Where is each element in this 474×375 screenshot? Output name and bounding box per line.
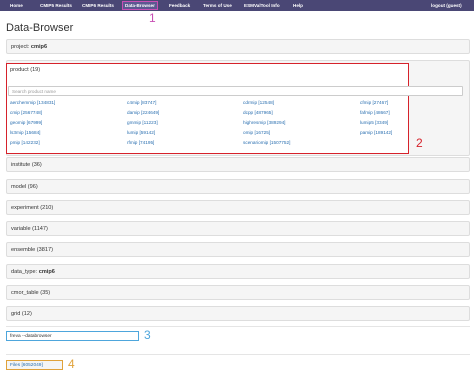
facet-data-type-label: data_type: cmip6	[11, 268, 55, 276]
facet-grid-label: grid (12)	[11, 311, 32, 317]
product-item-rfmip[interactable]: rfmip [74195]	[127, 140, 154, 146]
facet-product-label[interactable]: product (19)	[10, 66, 40, 74]
annotation-marker-3: 3	[144, 328, 151, 342]
section-divider	[6, 326, 470, 327]
annotation-marker-4: 4	[68, 357, 75, 371]
page-title: Data-Browser	[6, 22, 74, 34]
cli-command-text: freva --databrowser	[10, 334, 52, 339]
product-item-dcpp[interactable]: dcpp [487965]	[243, 110, 273, 116]
facet-data-type-value: cmip6	[38, 269, 55, 275]
facet-ensemble-label: ensemble (3817)	[11, 247, 53, 253]
nav-cmip5-results[interactable]: CMIP5 Results	[40, 2, 72, 9]
product-item-lumip[interactable]: lumip [59142]	[127, 130, 155, 136]
facet-institute[interactable]: institute (36)	[6, 157, 470, 172]
annotation-marker-2: 2	[416, 136, 423, 150]
facet-grid[interactable]: grid (12)	[6, 306, 470, 321]
facet-institute-label: institute (36)	[11, 162, 42, 168]
logout-link[interactable]: logout (guest)	[431, 2, 462, 9]
top-navbar: Home CMIP5 Results CMIP6 Results Data-Br…	[0, 0, 474, 11]
product-item-cmip[interactable]: cmip [2567748]	[10, 110, 42, 116]
annotation-marker-1: 1	[149, 11, 156, 25]
facet-variable-label: variable (1147)	[11, 226, 48, 232]
nav-data-browser[interactable]: Data-Browser	[122, 1, 158, 10]
nav-terms-of-use[interactable]: Terms of Use	[203, 2, 232, 9]
files-count-link[interactable]: Files [6052049]	[6, 360, 63, 370]
product-item-lumip5[interactable]: lumip5 [3349]	[360, 120, 388, 126]
facet-cmor-table-label: cmor_table (35)	[11, 290, 51, 296]
product-item-scenariomip[interactable]: scenariomip [1507752]	[243, 140, 290, 146]
nav-help[interactable]: Help	[293, 2, 303, 9]
facet-experiment-label: experiment (210)	[11, 205, 54, 211]
product-highlight-box: product (19)	[6, 63, 409, 154]
facet-project-label: project: cmip6	[11, 43, 47, 51]
files-count-text: Files [6052049]	[10, 363, 43, 368]
product-item-damip[interactable]: damip [224649]	[127, 110, 159, 116]
facet-model-label: model (96)	[11, 184, 38, 190]
product-item-fafmip[interactable]: fafmip [48667]	[360, 110, 390, 116]
product-search-input[interactable]	[8, 86, 463, 96]
cli-command-box[interactable]: freva --databrowser	[6, 331, 139, 341]
product-item-gmmip[interactable]: gmmip [11223]	[127, 120, 158, 126]
facet-model[interactable]: model (96)	[6, 179, 470, 194]
product-item-aerchemmip[interactable]: aerchemmip [134831]	[10, 100, 55, 106]
product-item-cdrmip[interactable]: cdrmip [12548]	[243, 100, 274, 106]
nav-home[interactable]: Home	[10, 2, 23, 9]
product-item-ls3mip[interactable]: ls3mip [15684]	[10, 130, 41, 136]
facet-cmor-table[interactable]: cmor_table (35)	[6, 285, 470, 300]
facet-project[interactable]: project: cmip6	[6, 39, 470, 54]
section-divider	[6, 354, 470, 355]
facet-experiment[interactable]: experiment (210)	[6, 200, 470, 215]
facet-project-key: project:	[11, 44, 30, 50]
product-item-geomip[interactable]: geomip [67999]	[10, 120, 42, 126]
product-item-omip[interactable]: omip [16725]	[243, 130, 270, 136]
facet-data-type-key: data_type:	[11, 269, 38, 275]
facet-data-type[interactable]: data_type: cmip6	[6, 264, 470, 279]
product-item-pmip[interactable]: pmip [142232]	[10, 140, 40, 146]
product-item-pamip[interactable]: pamip [189142]	[360, 130, 392, 136]
nav-feedback[interactable]: Feedback	[169, 2, 190, 9]
product-item-cfmip[interactable]: cfmip [27467]	[360, 100, 388, 106]
facet-ensemble[interactable]: ensemble (3817)	[6, 242, 470, 257]
nav-cmip6-results[interactable]: CMIP6 Results	[82, 2, 114, 9]
facet-variable[interactable]: variable (1147)	[6, 221, 470, 236]
product-item-c4mip[interactable]: c4mip [83747]	[127, 100, 156, 106]
nav-esmvaltool-info[interactable]: ESMValTool Info	[244, 2, 280, 9]
product-item-highresmip[interactable]: highresmip [389294]	[243, 120, 285, 126]
facet-project-value: cmip6	[30, 44, 48, 50]
